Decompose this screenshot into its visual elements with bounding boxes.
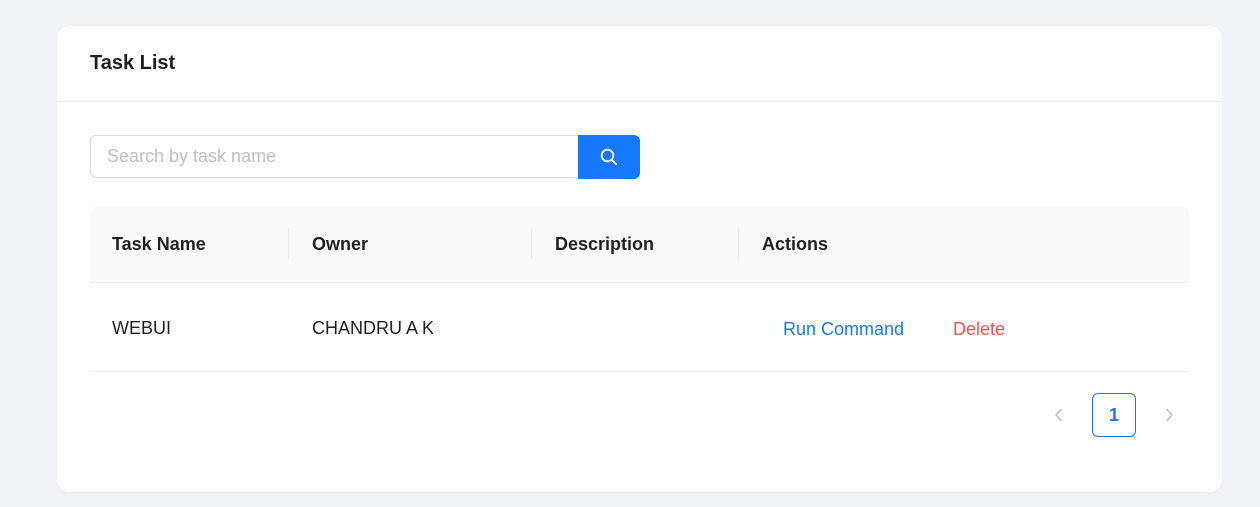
task-table: Task Name Owner Description Actions WEBU… bbox=[90, 206, 1189, 372]
column-divider bbox=[531, 228, 532, 259]
column-divider bbox=[738, 228, 739, 259]
table-header: Task Name Owner Description Actions bbox=[90, 206, 1189, 283]
card-header: Task List bbox=[57, 26, 1222, 102]
pagination-prev-button[interactable] bbox=[1037, 393, 1081, 437]
chevron-right-icon bbox=[1166, 408, 1173, 422]
task-list-card: Task List Task Name Owner Description Ac… bbox=[57, 26, 1222, 492]
cell-owner: CHANDRU A K bbox=[312, 318, 435, 338]
search-button[interactable] bbox=[578, 134, 640, 179]
run-command-button[interactable]: Run Command bbox=[783, 283, 904, 371]
column-header-description: Description bbox=[555, 234, 655, 254]
search-input[interactable] bbox=[90, 135, 578, 178]
column-header-owner: Owner bbox=[312, 234, 369, 254]
chevron-left-icon bbox=[1055, 408, 1062, 422]
pagination-next-button[interactable] bbox=[1147, 393, 1191, 437]
column-header-task-name: Task Name bbox=[112, 234, 206, 254]
delete-button[interactable]: Delete bbox=[953, 283, 1005, 371]
search-icon bbox=[600, 148, 618, 165]
table-row: WEBUI CHANDRU A K Run Command Delete bbox=[90, 283, 1189, 372]
search-bar bbox=[90, 134, 640, 179]
card-title: Task List bbox=[90, 52, 176, 74]
column-divider bbox=[288, 228, 289, 259]
cell-task-name: WEBUI bbox=[112, 318, 172, 338]
column-header-actions: Actions bbox=[762, 234, 829, 254]
pagination-page-1[interactable]: 1 bbox=[1092, 393, 1136, 437]
pagination: 1 bbox=[1037, 393, 1191, 437]
